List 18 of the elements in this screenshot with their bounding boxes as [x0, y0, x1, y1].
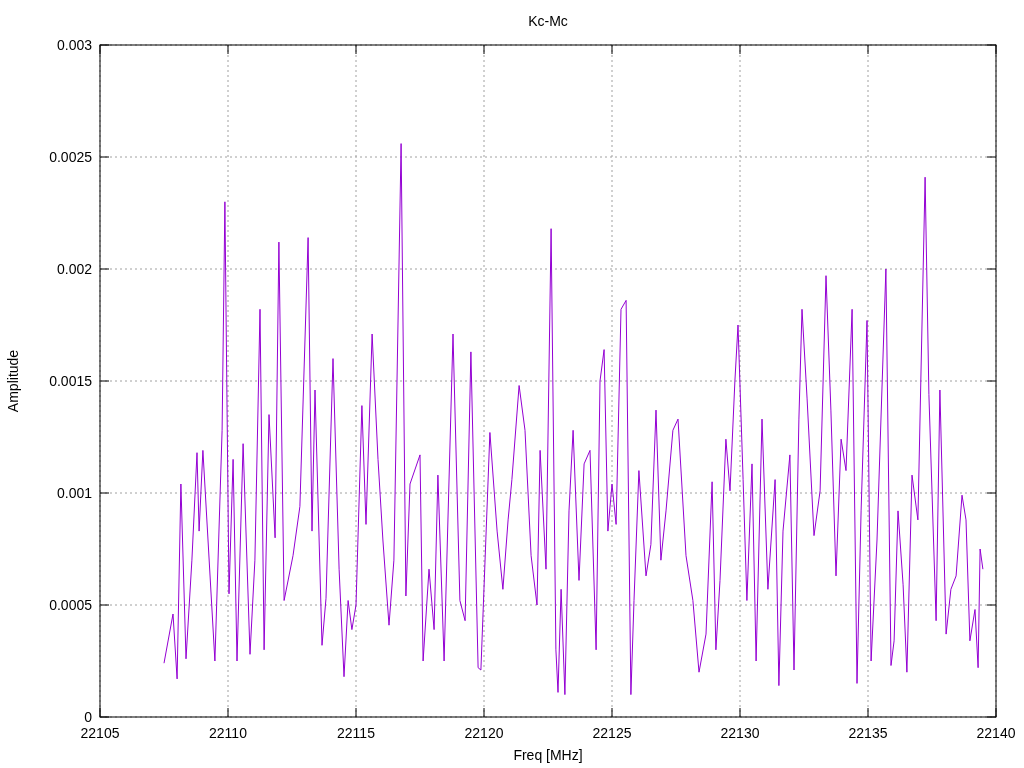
tick-label: 0 [84, 709, 92, 725]
tick-label: 0.003 [56, 37, 92, 53]
tick-label: 0.0005 [49, 597, 92, 613]
tick-label: 22130 [720, 725, 760, 741]
chart-title: Kc-Mc [528, 13, 568, 29]
tick-label: 22120 [464, 725, 504, 741]
tick-label: 22115 [337, 725, 375, 741]
tick-label: 22125 [592, 725, 632, 741]
tick-label: 22135 [848, 725, 888, 741]
tick-label: 0.001 [56, 485, 92, 501]
tick-label: 22140 [976, 725, 1016, 741]
x-axis-label: Freq [MHz] [513, 747, 583, 763]
tick-label: 22105 [80, 725, 120, 741]
tick-label: 22110 [209, 725, 247, 741]
y-axis-label: Amplitude [5, 349, 21, 413]
tick-label: 0.002 [56, 261, 92, 277]
tick-label: 0.0015 [49, 373, 92, 389]
tick-label: 0.0025 [49, 149, 92, 165]
